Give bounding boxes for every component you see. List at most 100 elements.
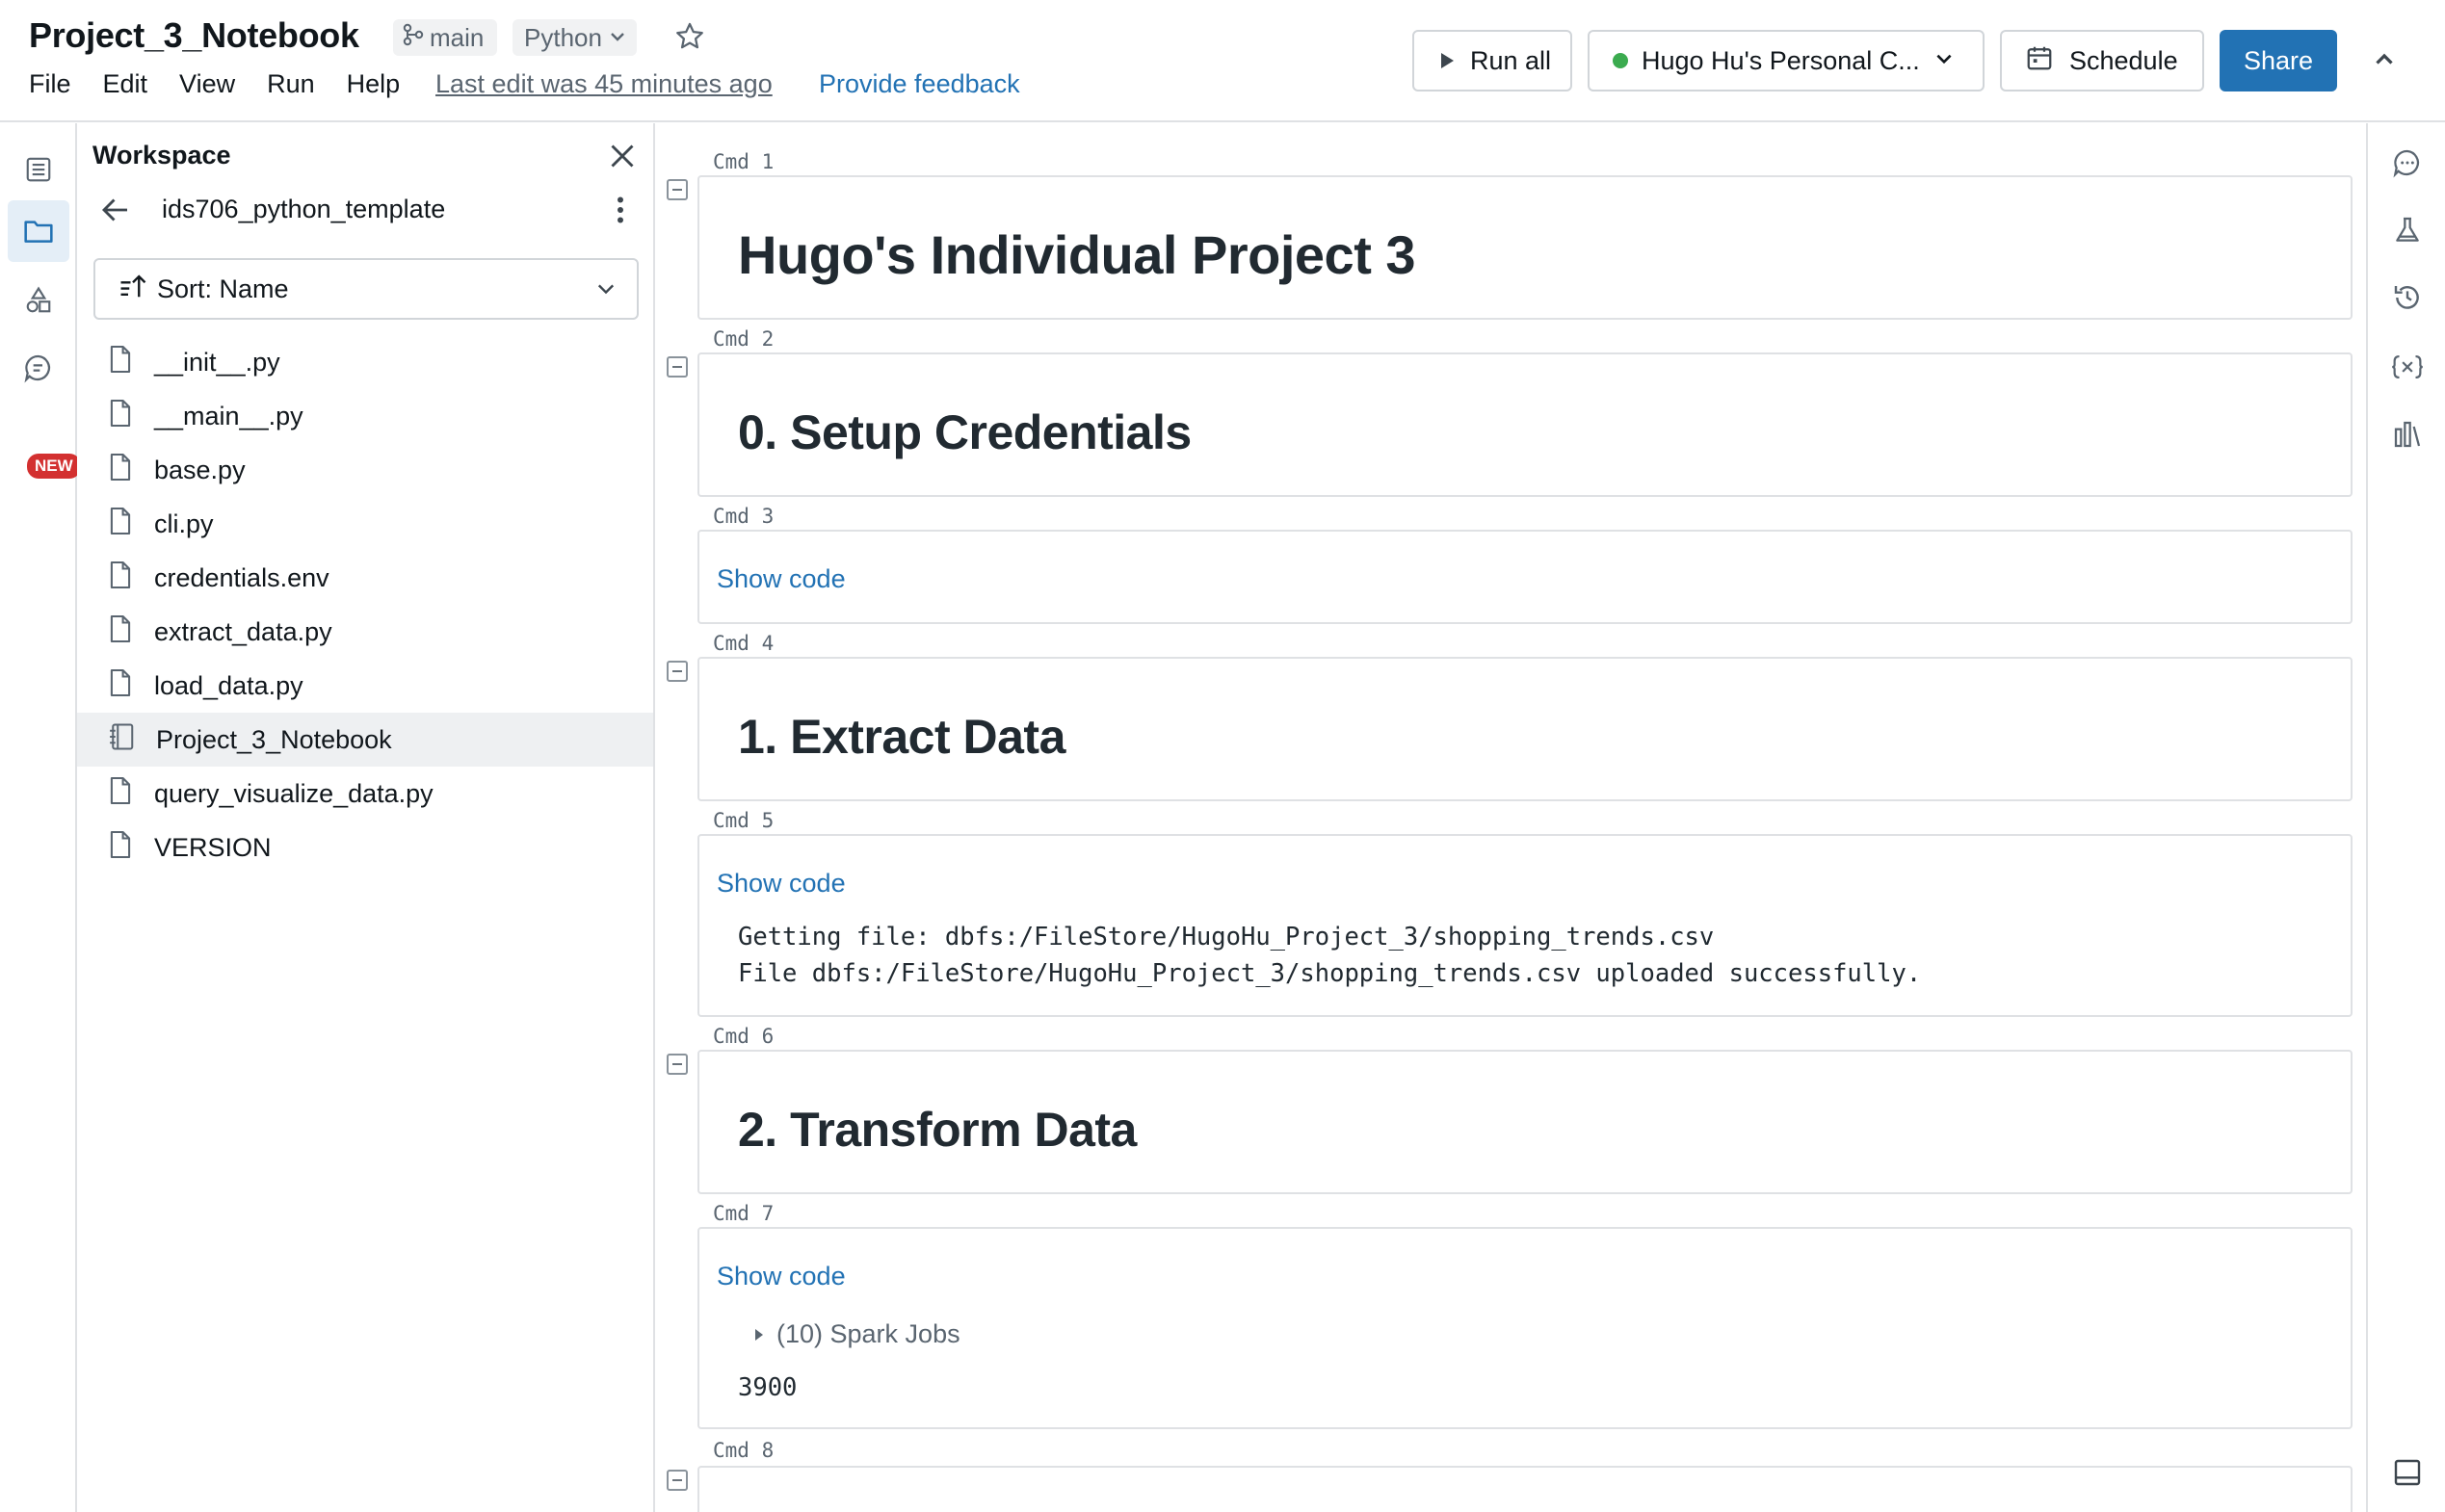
git-branch-icon (403, 23, 424, 53)
git-branch-chip[interactable]: main (393, 19, 498, 56)
more-options-icon[interactable] (609, 193, 632, 227)
collapse-cell-icon[interactable] (667, 179, 688, 200)
cell-heading: Hugo's Individual Project 3 (738, 224, 1416, 285)
file-name: __main__.py (154, 401, 303, 430)
cell-heading: 1. Extract Data (738, 710, 1065, 764)
comments-icon[interactable] (2389, 144, 2426, 181)
chevron-down-icon (608, 23, 627, 53)
file-item[interactable]: load_data.py (77, 659, 653, 713)
new-badge: NEW (27, 454, 81, 479)
sort-dropdown[interactable]: Sort: Name (93, 258, 639, 320)
file-icon (108, 506, 133, 543)
file-item[interactable]: query_visualize_data.py (77, 767, 653, 821)
markdown-cell[interactable]: 2. Transform Data (697, 1050, 2353, 1194)
markdown-cell[interactable]: 1. Extract Data (697, 657, 2353, 801)
file-item[interactable]: extract_data.py (77, 605, 653, 659)
cluster-status-dot (1613, 53, 1628, 68)
file-icon (108, 344, 133, 381)
collapse-cell-icon[interactable] (667, 1470, 688, 1491)
sort-label: Sort: Name (157, 274, 289, 303)
menu-edit[interactable]: Edit (103, 69, 148, 99)
variables-icon[interactable] (2389, 349, 2426, 385)
show-code-link[interactable]: Show code (717, 564, 846, 594)
cell-label: Cmd 3 (713, 505, 775, 528)
menu-file[interactable]: File (29, 69, 71, 99)
notebook-title[interactable]: Project_3_Notebook (29, 15, 359, 56)
shapes-icon[interactable] (8, 270, 69, 331)
workspace-panel: Workspace ids706_python_template Sort: N… (77, 123, 655, 1512)
menu-bar: File Edit View Run Help (29, 69, 432, 99)
chevron-down-icon (1933, 46, 1955, 76)
last-edit-link[interactable]: Last edit was 45 minutes ago (435, 69, 773, 99)
arrow-left-icon[interactable] (98, 193, 133, 227)
language-selector[interactable]: Python (513, 19, 637, 56)
assistant-chat-icon[interactable] (8, 337, 69, 399)
play-icon (1439, 46, 1455, 76)
file-icon (108, 560, 133, 597)
chevron-down-icon (594, 277, 618, 307)
code-cell[interactable]: Show code (10) Spark Jobs 3900 (697, 1227, 2353, 1429)
schedule-label: Schedule (2069, 45, 2178, 75)
markdown-cell[interactable]: 0. Setup Credentials (697, 352, 2353, 497)
file-item[interactable]: base.py (77, 443, 653, 497)
run-all-button[interactable]: Run all (1412, 30, 1572, 91)
file-name: credentials.env (154, 562, 329, 592)
file-item[interactable]: __init__.py (77, 335, 653, 389)
experiment-flask-icon[interactable] (2389, 212, 2426, 248)
folder-icon[interactable] (8, 200, 69, 262)
menu-run[interactable]: Run (267, 69, 315, 99)
cell-label: Cmd 6 (713, 1025, 775, 1048)
file-item[interactable]: Project_3_Notebook (77, 713, 653, 767)
cell-label: Cmd 4 (713, 632, 775, 655)
file-item[interactable]: VERSION (77, 821, 653, 874)
file-item[interactable]: cli.py (77, 497, 653, 551)
file-icon (108, 775, 133, 813)
bottom-panel-icon[interactable] (2389, 1454, 2426, 1491)
left-rail: NEW (0, 123, 81, 1512)
file-name: query_visualize_data.py (154, 778, 434, 808)
collapse-cell-icon[interactable] (667, 356, 688, 378)
file-icon (108, 613, 133, 651)
file-item[interactable]: __main__.py (77, 389, 653, 443)
table-of-contents-icon[interactable] (8, 139, 69, 200)
code-cell[interactable]: Show code (697, 530, 2353, 624)
notebook-canvas: Cmd 1 Hugo's Individual Project 3 Cmd 2 … (655, 123, 2366, 1512)
code-cell[interactable]: Show code Getting file: dbfs:/FileStore/… (697, 834, 2353, 1017)
spark-jobs-toggle[interactable]: (10) Spark Jobs (753, 1319, 960, 1349)
favorite-star-icon[interactable] (670, 17, 709, 56)
current-folder-name: ids706_python_template (162, 195, 446, 223)
collapse-cell-icon[interactable] (667, 661, 688, 682)
cell-heading: 2. Transform Data (738, 1103, 1137, 1157)
file-name: base.py (154, 455, 246, 484)
menu-help[interactable]: Help (347, 69, 401, 99)
cluster-name: Hugo Hu's Personal C... (1642, 45, 1920, 75)
close-icon[interactable] (605, 139, 640, 173)
file-item[interactable]: credentials.env (77, 551, 653, 605)
file-icon (108, 398, 133, 435)
provide-feedback-link[interactable]: Provide feedback (819, 69, 1020, 99)
cell-output-line: Getting file: dbfs:/FileStore/HugoHu_Pro… (738, 923, 1715, 952)
file-name: extract_data.py (154, 616, 332, 646)
cell-heading: 0. Setup Credentials (738, 405, 1192, 459)
show-code-link[interactable]: Show code (717, 1262, 846, 1291)
cell-label: Cmd 8 (713, 1439, 775, 1462)
file-name: cli.py (154, 508, 214, 538)
chevron-up-icon[interactable] (2370, 44, 2399, 73)
cell-output-line: File dbfs:/FileStore/HugoHu_Project_3/sh… (738, 959, 1922, 988)
file-name: VERSION (154, 832, 272, 862)
show-code-link[interactable]: Show code (717, 869, 846, 899)
menu-view[interactable]: View (179, 69, 235, 99)
markdown-cell[interactable]: Hugo's Individual Project 3 (697, 175, 2353, 320)
schedule-button[interactable]: Schedule (2000, 30, 2204, 91)
cluster-selector[interactable]: Hugo Hu's Personal C... (1588, 30, 1985, 91)
file-name: Project_3_Notebook (156, 724, 392, 754)
git-branch-label: main (430, 22, 485, 52)
collapse-cell-icon[interactable] (667, 1054, 688, 1075)
workspace-title: Workspace (92, 141, 231, 169)
right-rail (2366, 123, 2445, 1512)
history-icon[interactable] (2389, 279, 2426, 316)
markdown-cell[interactable] (697, 1466, 2353, 1512)
notebook-header: Project_3_Notebook main Python File Edit… (0, 0, 2445, 122)
share-button[interactable]: Share (2220, 30, 2337, 91)
bar-chart-icon[interactable] (2389, 416, 2426, 453)
